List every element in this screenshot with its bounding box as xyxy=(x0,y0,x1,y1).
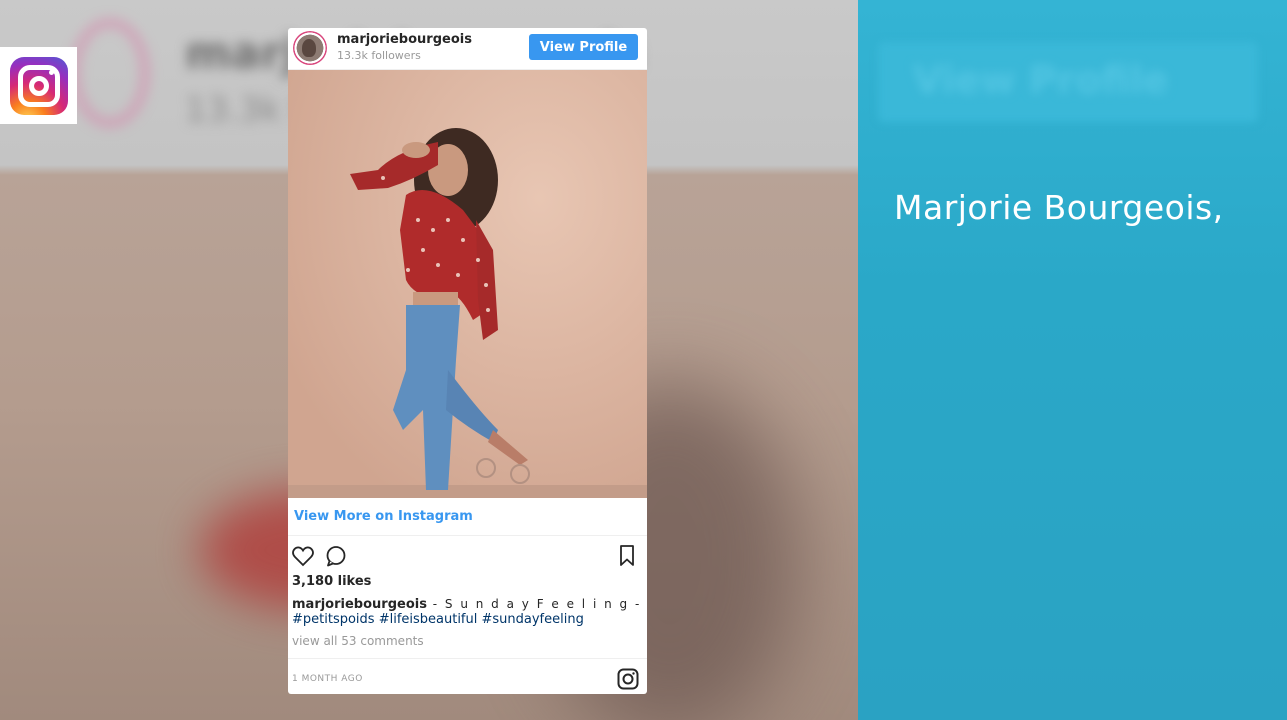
action-bar xyxy=(288,543,647,569)
hashtags[interactable]: #petitspoids #lifeisbeautiful #sundayfee… xyxy=(292,612,584,627)
caption-text: - S u n d a y F e e l i n g - xyxy=(426,597,642,611)
divider xyxy=(288,535,647,536)
post-username[interactable]: marjoriebourgeois xyxy=(337,32,472,47)
heart-icon[interactable] xyxy=(291,544,315,568)
bookmark-icon[interactable] xyxy=(617,544,637,568)
post-caption: marjoriebourgeois - S u n d a y F e e l … xyxy=(292,596,642,613)
post-header: marjoriebourgeois 13.3k followers View P… xyxy=(288,28,647,70)
instagram-icon[interactable] xyxy=(617,668,639,690)
info-panel: View Profile Marjorie Bourgeois, xyxy=(858,0,1287,720)
follower-count: 13.3k followers xyxy=(337,49,421,62)
instagram-icon xyxy=(9,56,68,115)
view-profile-button[interactable]: View Profile xyxy=(529,34,638,60)
panel-title: Marjorie Bourgeois, xyxy=(894,188,1224,227)
post-timestamp: 1 MONTH AGO xyxy=(292,674,363,684)
blurred-avatar xyxy=(70,18,150,128)
divider xyxy=(288,658,647,659)
instagram-badge xyxy=(0,47,77,124)
view-comments-link[interactable]: view all 53 comments xyxy=(292,634,424,648)
instagram-post-card: marjoriebourgeois 13.3k followers View P… xyxy=(288,28,647,694)
view-more-link[interactable]: View More on Instagram xyxy=(294,509,473,524)
caption-username[interactable]: marjoriebourgeois xyxy=(292,597,427,612)
post-photo[interactable] xyxy=(288,70,647,498)
avatar[interactable] xyxy=(293,31,327,65)
blurred-button-label: View Profile xyxy=(913,58,1169,102)
like-count: 3,180 likes xyxy=(292,574,372,589)
comment-icon[interactable] xyxy=(324,544,348,568)
